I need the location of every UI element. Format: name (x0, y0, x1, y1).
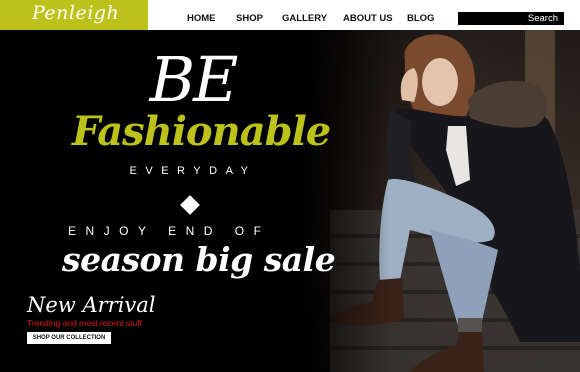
nav-gallery[interactable]: GALLERY (282, 13, 327, 24)
nav-home[interactable]: HOME (187, 13, 216, 24)
logo[interactable]: Penleigh (32, 2, 119, 24)
sale-headline: season big sale (62, 240, 336, 279)
logo-box[interactable]: Penleigh (0, 0, 148, 30)
nav-blog[interactable]: BLOG (407, 13, 434, 24)
nav-about-us[interactable]: ABOUT US (343, 13, 393, 24)
site-header: Penleigh HOME SHOP GALLERY ABOUT US BLOG… (0, 0, 580, 30)
headline-be: BE (149, 43, 239, 116)
headline-everyday: EVERYDAY (129, 165, 257, 177)
headline-fashionable: Fashionable (72, 108, 331, 155)
new-arrival-subtext: Trending and most recent stuff (27, 318, 142, 328)
tagline: ENJOY END OF (68, 224, 271, 238)
new-arrival-heading: New Arrival (27, 293, 156, 317)
nav-shop[interactable]: SHOP (236, 13, 263, 24)
hero-banner: BE Fashionable EVERYDAY ENJOY END OF sea… (0, 30, 580, 372)
search-input[interactable]: Search (458, 12, 564, 25)
search-label: Search (527, 13, 558, 24)
shop-collection-button[interactable]: SHOP OUR COLLECTION (27, 332, 111, 344)
